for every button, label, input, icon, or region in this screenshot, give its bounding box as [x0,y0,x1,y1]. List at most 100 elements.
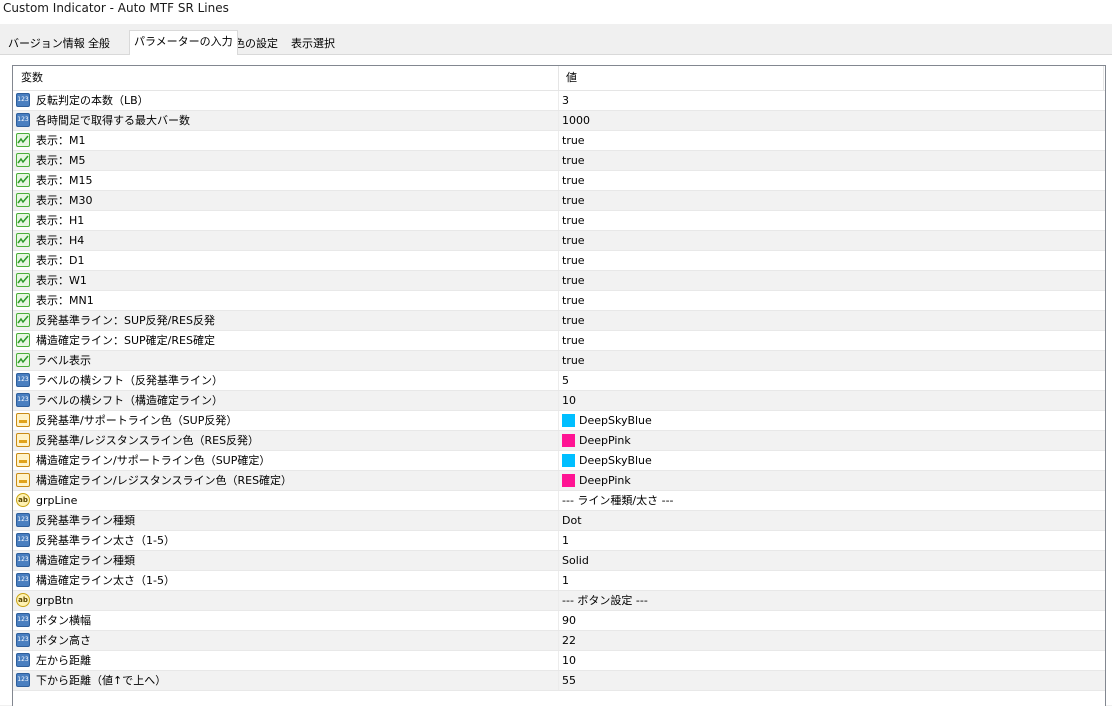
parameter-row[interactable]: 表示：H1 true [13,211,1105,231]
parameter-value[interactable]: 3 [562,91,569,110]
parameter-row[interactable]: 表示：D1 true [13,251,1105,271]
tab-panel: 変数 値 反転判定の本数（LB）3各時間足で取得する最大バー数1000表示：M1… [0,54,1112,706]
parameter-value[interactable]: Solid [562,551,589,570]
parameter-row[interactable]: 表示：MN1 true [13,291,1105,311]
parameter-row[interactable]: ラベルの横シフト（反発基準ライン） 5 [13,371,1105,391]
parameter-value[interactable]: --- ボタン設定 --- [562,591,648,610]
column-divider[interactable] [1103,66,1104,90]
bool-icon [16,133,30,147]
cell-divider [558,651,559,670]
parameter-value[interactable]: true [562,251,585,270]
parameter-row[interactable]: 各時間足で取得する最大バー数 1000 [13,111,1105,131]
parameter-row[interactable]: 表示：H4 true [13,231,1105,251]
tab-general[interactable]: 全般 [84,34,114,54]
parameter-value[interactable]: true [562,291,585,310]
parameter-name: 表示：MN1 [36,294,94,307]
parameter-row[interactable]: 反発基準/サポートライン色（SUP反発） DeepSkyBlue [13,411,1105,431]
cell-divider [558,311,559,330]
color-icon [16,473,30,487]
tab-visualization[interactable]: 表示選択 [287,34,339,54]
parameter-row[interactable]: 構造確定ライン：SUP確定/RES確定 true [13,331,1105,351]
cell-divider [558,391,559,410]
parameter-value[interactable]: 90 [562,611,576,630]
parameter-value[interactable]: true [562,151,585,170]
bool-icon [16,233,30,247]
parameter-row[interactable]: 反発基準ライン種類 Dot [13,511,1105,531]
parameter-value[interactable]: true [562,271,585,290]
parameter-value[interactable]: 55 [562,671,576,690]
parameter-row[interactable]: 反発基準ライン太さ（1-5） 1 [13,531,1105,551]
color-swatch[interactable] [562,454,575,467]
parameter-value[interactable]: true [562,351,585,370]
parameter-row[interactable]: 構造確定ライン/レジスタンスライン色（RES確定） DeepPink [13,471,1105,491]
cell-divider [558,411,559,430]
parameter-value[interactable]: true [562,231,585,250]
parameter-value[interactable]: 1 [562,571,569,590]
parameter-row[interactable]: ボタン横幅 90 [13,611,1105,631]
string-icon [16,493,30,507]
parameter-row[interactable]: 下から距離（値↑で上へ） 55 [13,671,1105,691]
parameter-value[interactable]: true [562,171,585,190]
parameter-row[interactable]: 表示：M15 true [13,171,1105,191]
number-icon [16,93,30,107]
color-swatch[interactable] [562,414,575,427]
parameter-value[interactable]: true [562,191,585,210]
cell-divider [558,151,559,170]
parameter-row[interactable]: grpBtn --- ボタン設定 --- [13,591,1105,611]
parameter-row[interactable]: 反転判定の本数（LB） 3 [13,91,1105,111]
parameter-value[interactable]: DeepPink [579,471,631,490]
parameter-value[interactable]: 10 [562,651,576,670]
parameter-value[interactable]: --- ライン種類/太さ --- [562,491,674,510]
parameter-name: grpBtn [36,594,74,607]
grid-rows: 反転判定の本数（LB）3各時間足で取得する最大バー数1000表示：M1true表… [13,91,1105,691]
cell-divider [558,511,559,530]
parameter-value[interactable]: true [562,131,585,150]
tab-input-parameters[interactable]: パラメーターの入力 [129,30,238,55]
parameter-value[interactable]: Dot [562,511,582,530]
parameter-name: 構造確定ライン/サポートライン色（SUP確定） [36,454,271,467]
parameter-row[interactable]: ボタン高さ 22 [13,631,1105,651]
column-header-variable[interactable]: 変数 [21,66,43,90]
parameter-name: 表示：D1 [36,254,85,267]
parameter-row[interactable]: 表示：M30 true [13,191,1105,211]
parameter-value[interactable]: true [562,311,585,330]
column-header-value[interactable]: 値 [566,66,577,90]
color-swatch[interactable] [562,434,575,447]
tab-colors[interactable]: 色の設定 [230,34,282,54]
parameter-name: ラベル表示 [36,354,91,367]
color-icon [16,433,30,447]
parameter-row[interactable]: ラベルの横シフト（構造確定ライン） 10 [13,391,1105,411]
parameter-row[interactable]: 構造確定ライン種類 Solid [13,551,1105,571]
parameter-value[interactable]: 22 [562,631,576,650]
parameter-name: 左から距離 [36,654,91,667]
parameter-row[interactable]: ラベル表示 true [13,351,1105,371]
parameter-name: 反発基準ライン種類 [36,514,135,527]
parameter-value[interactable]: 10 [562,391,576,410]
parameter-row[interactable]: 表示：M5 true [13,151,1105,171]
color-swatch[interactable] [562,474,575,487]
parameter-value[interactable]: 5 [562,371,569,390]
parameter-value[interactable]: 1 [562,531,569,550]
parameter-row[interactable]: 構造確定ライン/サポートライン色（SUP確定） DeepSkyBlue [13,451,1105,471]
cell-divider [558,111,559,130]
parameter-row[interactable]: 左から距離 10 [13,651,1105,671]
column-divider[interactable] [558,66,559,90]
parameter-row[interactable]: 反発基準ライン：SUP反発/RES反発 true [13,311,1105,331]
parameter-value[interactable]: 1000 [562,111,590,130]
parameter-value[interactable]: DeepSkyBlue [579,451,652,470]
parameter-value[interactable]: true [562,331,585,350]
parameter-row[interactable]: 反発基準/レジスタンスライン色（RES反発） DeepPink [13,431,1105,451]
parameter-value[interactable]: true [562,211,585,230]
cell-divider [558,611,559,630]
bool-icon [16,273,30,287]
parameter-value[interactable]: DeepPink [579,431,631,450]
parameter-row[interactable]: grpLine --- ライン種類/太さ --- [13,491,1105,511]
parameter-name: 表示：M30 [36,194,93,207]
parameter-row[interactable]: 構造確定ライン太さ（1-5） 1 [13,571,1105,591]
tab-version-info[interactable]: バージョン情報 [4,34,89,54]
parameter-value[interactable]: DeepSkyBlue [579,411,652,430]
parameter-name: ラベルの横シフト（反発基準ライン） [36,374,223,387]
parameter-row[interactable]: 表示：M1 true [13,131,1105,151]
parameter-row[interactable]: 表示：W1 true [13,271,1105,291]
bool-icon [16,173,30,187]
